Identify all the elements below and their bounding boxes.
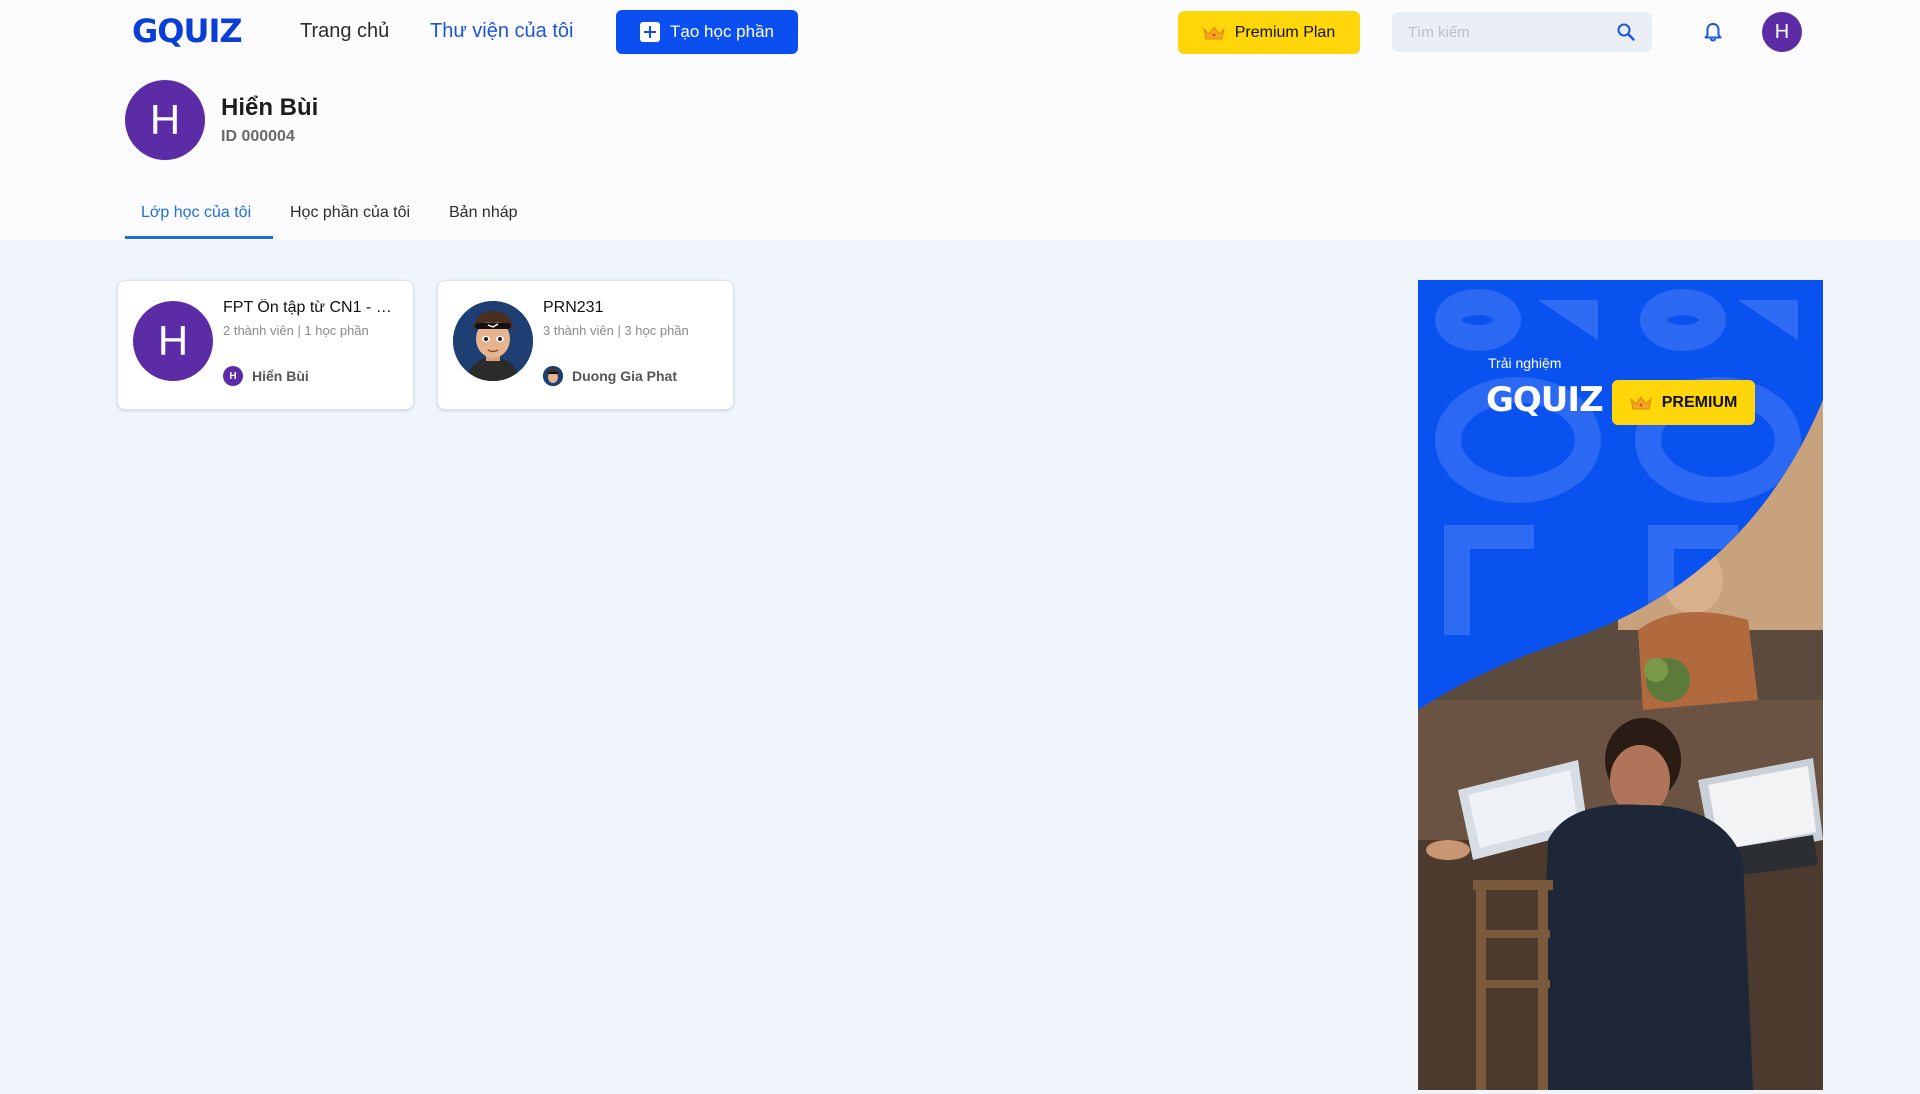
nav-library-link[interactable]: Thư viện của tôi	[430, 20, 573, 43]
profile-avatar: H	[125, 80, 205, 160]
owner-avatar: H	[223, 366, 243, 386]
crown-icon	[1202, 25, 1225, 39]
tab-my-sets[interactable]: Học phần của tôi	[290, 204, 410, 222]
tab-drafts[interactable]: Bản nháp	[449, 204, 518, 222]
owner-name: Hiển Bùi	[252, 368, 309, 384]
class-title: PRN231	[543, 299, 604, 316]
search-input[interactable]	[1408, 20, 1608, 44]
class-avatar: H	[133, 301, 213, 381]
class-card[interactable]: H FPT Ôn tập từ CN1 - HSK4 2 thành viên …	[117, 280, 414, 410]
plus-icon	[640, 22, 661, 42]
ad-premium-label: PREMIUM	[1661, 393, 1738, 411]
owner-name: Duong Gia Phat	[572, 368, 677, 384]
create-set-label: Tạo học phần	[670, 22, 774, 41]
ad-logo: GQUIZ	[1486, 380, 1604, 420]
search-icon[interactable]	[1616, 22, 1636, 42]
class-avatar-photo	[453, 301, 533, 381]
profile-name: Hiển Bùi	[221, 94, 319, 121]
owner-avatar-image	[543, 366, 563, 386]
active-tab-indicator	[125, 236, 273, 239]
bell-icon[interactable]	[1702, 21, 1724, 43]
navbar: GQUIZ Trang chủ Thư viện của tôi Tạo học…	[0, 0, 1920, 64]
crown-icon	[1629, 395, 1652, 409]
class-owner: H Hiển Bùi	[223, 366, 309, 386]
premium-ad-banner[interactable]: Trải nghiệm GQUIZ PREMIUM	[1418, 280, 1823, 1090]
premium-plan-button[interactable]: Premium Plan	[1178, 11, 1360, 54]
ad-premium-badge[interactable]: PREMIUM	[1612, 380, 1755, 425]
logo[interactable]: GQUIZ	[132, 12, 243, 50]
ad-tagline: Trải nghiệm	[1488, 355, 1562, 371]
class-meta: 2 thành viên | 1 học phần	[223, 323, 369, 338]
user-avatar[interactable]: H	[1762, 12, 1802, 52]
premium-plan-label: Premium Plan	[1234, 23, 1336, 41]
class-owner: Duong Gia Phat	[543, 366, 677, 386]
nav-home-link[interactable]: Trang chủ	[300, 20, 389, 43]
cartoon-avatar-image	[453, 301, 533, 381]
tab-my-classes[interactable]: Lớp học của tôi	[141, 204, 251, 222]
owner-avatar	[543, 366, 563, 386]
top-area: GQUIZ Trang chủ Thư viện của tôi Tạo học…	[0, 0, 1920, 240]
class-meta: 3 thành viên | 3 học phần	[543, 323, 689, 338]
class-card[interactable]: PRN231 3 thành viên | 3 học phần Duong G…	[437, 280, 734, 410]
search-box	[1392, 12, 1652, 52]
class-title: FPT Ôn tập từ CN1 - HSK4	[223, 299, 401, 316]
create-set-button[interactable]: Tạo học phần	[616, 10, 798, 54]
profile-id: ID 000004	[221, 128, 295, 145]
